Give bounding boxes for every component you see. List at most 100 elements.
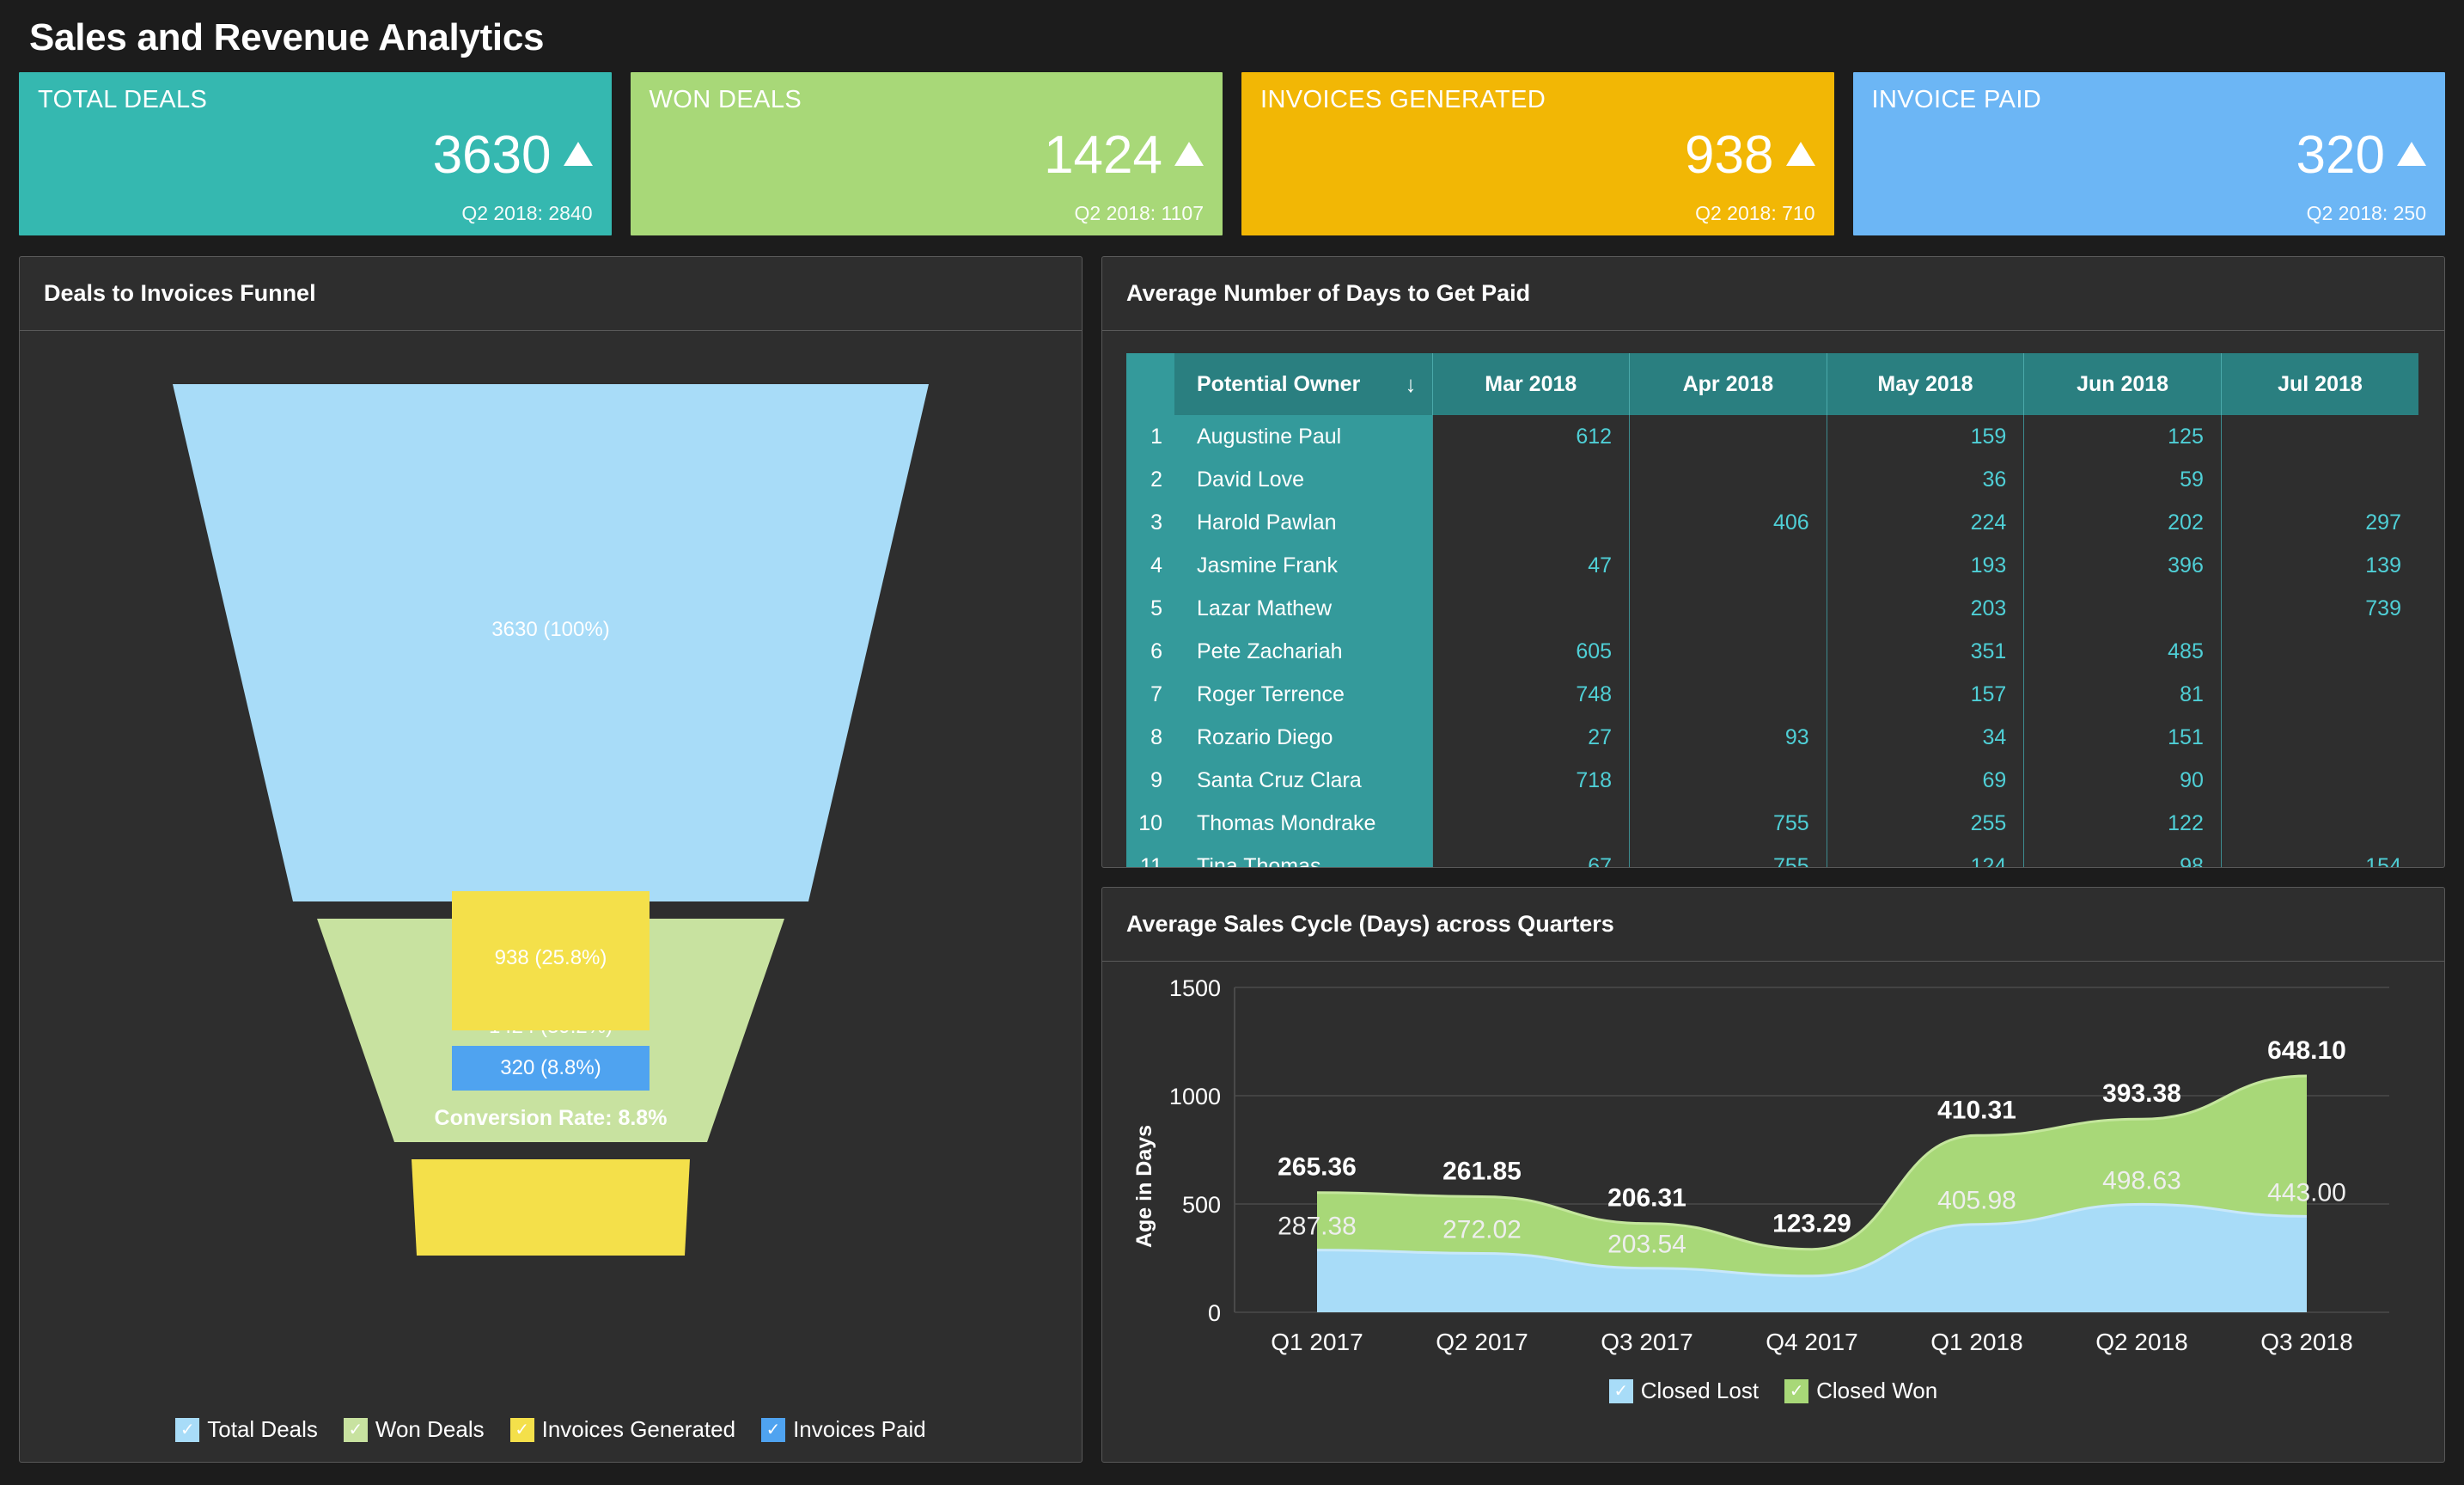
x-tick-label: Q3 2018 <box>2260 1329 2352 1355</box>
funnel-shapes: 3630 (100%) 1424 (39.2%) <box>87 369 1015 1297</box>
cell-apr-2018 <box>1629 544 1827 587</box>
kpi-value-line: 1424 <box>650 129 1204 182</box>
sort-descending-icon[interactable]: ↓ <box>1406 371 1417 398</box>
kpi-value: 938 <box>1685 125 1774 185</box>
cell-jul-2018 <box>2220 630 2418 673</box>
cell-jun-2018: 98 <box>2023 845 2222 867</box>
funnel-segment-total-deals[interactable] <box>173 384 929 901</box>
table-row[interactable]: 5 Lazar Mathew 203 739 <box>1126 587 2418 630</box>
cell-jun-2018: 90 <box>2023 759 2222 802</box>
trend-up-icon <box>1174 142 1204 166</box>
kpi-card-invoice-paid[interactable]: INVOICE PAID 320 Q2 2018: 250 <box>1852 72 2445 235</box>
table-row[interactable]: 8 Rozario Diego 27 93 34 151 <box>1126 716 2418 759</box>
kpi-card-invoices-generated[interactable]: INVOICES GENERATED 938 Q2 2018: 710 <box>1241 72 1834 235</box>
left-column: Deals to Invoices Funnel 3630 (100%) 938… <box>19 256 1083 1463</box>
row-index: 8 <box>1126 716 1174 759</box>
cell-mar-2018 <box>1431 501 1630 544</box>
table-row[interactable]: 1 Augustine Paul 612 159 125 <box>1126 415 2418 458</box>
legend-item-won-deals[interactable]: ✓ Won Deals <box>343 1416 485 1443</box>
kpi-value: 3630 <box>432 125 552 185</box>
cell-may-2018: 351 <box>1826 630 2024 673</box>
funnel-svg <box>173 384 929 1256</box>
cell-mar-2018: 27 <box>1431 716 1630 759</box>
column-header-label: Potential Owner <box>1197 371 1361 396</box>
trend-up-icon <box>563 142 593 166</box>
column-header-potential-owner[interactable]: Potential Owner ↓ <box>1174 353 1432 415</box>
table-row[interactable]: 6 Pete Zachariah 605 351 485 <box>1126 630 2418 673</box>
sales-cycle-panel: Average Sales Cycle (Days) across Quarte… <box>1101 887 2445 1463</box>
table-row[interactable]: 10 Thomas Mondrake 755 255 122 <box>1126 802 2418 845</box>
cell-may-2018: 255 <box>1826 802 2024 845</box>
cell-jul-2018 <box>2220 673 2418 716</box>
cell-may-2018: 69 <box>1826 759 2024 802</box>
funnel-panel: Deals to Invoices Funnel 3630 (100%) 938… <box>19 256 1083 1463</box>
cell-apr-2018: 755 <box>1629 845 1827 867</box>
checkbox-icon[interactable]: ✓ <box>175 1417 200 1442</box>
page-title: Sales and Revenue Analytics <box>29 16 545 58</box>
cell-jun-2018: 485 <box>2023 630 2222 673</box>
legend-item-invoices-paid[interactable]: ✓ Invoices Paid <box>761 1416 926 1443</box>
cell-may-2018: 203 <box>1826 587 2024 630</box>
checkbox-icon[interactable]: ✓ <box>761 1417 786 1442</box>
area-chart: Age in Days 0 500 1000 1500 265.36 261.85 206.… <box>1102 962 2444 1462</box>
cell-apr-2018: 755 <box>1629 802 1827 845</box>
right-column: Average Number of Days to Get Paid Poten… <box>1101 256 2445 1463</box>
cell-may-2018: 193 <box>1826 544 2024 587</box>
table-row[interactable]: 11 Tina Thomas 67 755 124 98 154 <box>1126 845 2418 867</box>
kpi-label: TOTAL DEALS <box>38 86 208 113</box>
kpi-card-won-deals[interactable]: WON DEALS 1424 Q2 2018: 1107 <box>630 72 1223 235</box>
checkbox-icon[interactable]: ✓ <box>509 1417 534 1442</box>
table-panel-body: Potential Owner ↓ Mar 2018 Apr 2018 May … <box>1102 331 2444 867</box>
cell-jul-2018 <box>2220 759 2418 802</box>
data-label-closed-won: 648.10 <box>2267 1036 2346 1065</box>
cell-apr-2018: 406 <box>1629 501 1827 544</box>
legend-item-total-deals[interactable]: ✓ Total Deals <box>175 1416 318 1443</box>
checkbox-icon[interactable]: ✓ <box>1784 1378 1809 1403</box>
funnel-segment-invoices-paid[interactable]: 320 (8.8%) <box>452 1046 650 1091</box>
kpi-card-total-deals[interactable]: TOTAL DEALS 3630 Q2 2018: 2840 <box>19 72 612 235</box>
column-header-may-2018[interactable]: May 2018 <box>1826 353 2024 415</box>
legend-label: Invoices Generated <box>541 1416 736 1442</box>
cell-mar-2018: 718 <box>1431 759 1630 802</box>
trend-up-icon <box>2397 142 2426 166</box>
data-label-closed-lost: 443.00 <box>2267 1178 2346 1207</box>
column-header-apr-2018[interactable]: Apr 2018 <box>1629 353 1827 415</box>
kpi-value-line: 3630 <box>38 129 593 182</box>
row-index: 3 <box>1126 501 1174 544</box>
cell-jun-2018: 202 <box>2023 501 2222 544</box>
x-tick-label: Q3 2017 <box>1601 1329 1692 1355</box>
cell-jun-2018 <box>2023 587 2222 630</box>
table-row[interactable]: 9 Santa Cruz Clara 718 69 90 <box>1126 759 2418 802</box>
legend-item-invoices-generated[interactable]: ✓ Invoices Generated <box>509 1416 736 1443</box>
table-row[interactable]: 3 Harold Pawlan 406 224 202 297 <box>1126 501 2418 544</box>
cell-apr-2018 <box>1629 415 1827 458</box>
cell-mar-2018 <box>1431 587 1630 630</box>
panels-area: Deals to Invoices Funnel 3630 (100%) 938… <box>17 256 2447 1463</box>
row-index: 5 <box>1126 587 1174 630</box>
legend-item-closed-won[interactable]: ✓ Closed Won <box>1784 1378 1937 1404</box>
kpi-value-line: 938 <box>1260 129 1815 182</box>
table-row[interactable]: 2 David Love 36 59 <box>1126 458 2418 501</box>
data-label-closed-won: 265.36 <box>1278 1153 1357 1182</box>
table-row[interactable]: 7 Roger Terrence 748 157 81 <box>1126 673 2418 716</box>
checkbox-icon[interactable]: ✓ <box>1608 1378 1633 1403</box>
checkbox-icon[interactable]: ✓ <box>343 1417 368 1442</box>
legend-item-closed-lost[interactable]: ✓ Closed Lost <box>1608 1378 1759 1404</box>
cell-potential-owner: Tina Thomas <box>1174 845 1432 867</box>
kpi-comparison: Q2 2018: 250 <box>2306 202 2426 224</box>
row-index: 10 <box>1126 802 1174 845</box>
column-header-jul-2018[interactable]: Jul 2018 <box>2220 353 2418 415</box>
data-label-closed-lost: 498.63 <box>2102 1166 2181 1195</box>
funnel-segment-invoices-generated[interactable] <box>412 1159 690 1256</box>
table-row[interactable]: 4 Jasmine Frank 47 193 396 139 <box>1126 544 2418 587</box>
days-to-get-paid-panel: Average Number of Days to Get Paid Poten… <box>1101 256 2445 868</box>
cell-apr-2018 <box>1629 673 1827 716</box>
cell-apr-2018: 93 <box>1629 716 1827 759</box>
column-header-mar-2018[interactable]: Mar 2018 <box>1431 353 1630 415</box>
cell-mar-2018: 47 <box>1431 544 1630 587</box>
funnel-lower-stages: 938 (25.8%) 320 (8.8%) Conversion Rate: … <box>20 891 1082 1149</box>
column-header-jun-2018[interactable]: Jun 2018 <box>2023 353 2222 415</box>
kpi-label: INVOICES GENERATED <box>1260 86 1546 113</box>
legend-label: Closed Won <box>1816 1378 1938 1403</box>
sales-cycle-area-svg[interactable]: 0 500 1000 1500 265.36 261.85 206.31 123.29 410.… <box>1125 970 2422 1374</box>
